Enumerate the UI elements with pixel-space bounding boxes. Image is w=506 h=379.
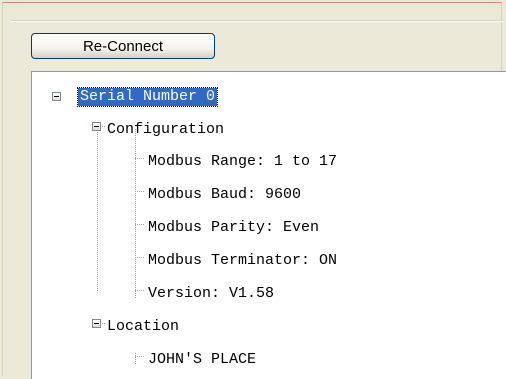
collapse-icon[interactable] bbox=[92, 122, 101, 131]
tree-branch bbox=[135, 191, 144, 192]
tree-connector-config bbox=[97, 129, 98, 291]
tree-connector-config-items bbox=[135, 129, 136, 298]
device-tree-view[interactable]: Serial Number 0 Configuration Modbus Ran… bbox=[31, 71, 506, 379]
tree-node-serial-number[interactable]: Serial Number 0 bbox=[76, 87, 219, 107]
tree-node-configuration[interactable]: Configuration bbox=[107, 121, 224, 139]
tree-branch bbox=[135, 158, 144, 159]
group-separator bbox=[10, 20, 504, 22]
tree-branch bbox=[135, 224, 144, 225]
tree-node-modbus-baud[interactable]: Modbus Baud: 9600 bbox=[148, 186, 301, 204]
tree-connector-location-items bbox=[135, 353, 136, 364]
tree-node-modbus-terminator[interactable]: Modbus Terminator: ON bbox=[148, 252, 337, 270]
tree-node-location-name[interactable]: JOHN'S PLACE bbox=[148, 351, 256, 369]
reconnect-button[interactable]: Re-Connect bbox=[31, 33, 215, 59]
tree-branch bbox=[135, 356, 144, 357]
tree-branch bbox=[135, 257, 144, 258]
tree-branch bbox=[135, 290, 144, 291]
collapse-icon[interactable] bbox=[92, 319, 101, 328]
tree-node-modbus-range[interactable]: Modbus Range: 1 to 17 bbox=[148, 153, 337, 171]
tree-node-location[interactable]: Location bbox=[107, 318, 179, 336]
tree-node-version[interactable]: Version: V1.58 bbox=[148, 285, 274, 303]
tree-node-modbus-parity[interactable]: Modbus Parity: Even bbox=[148, 219, 319, 237]
collapse-icon[interactable] bbox=[52, 92, 61, 101]
